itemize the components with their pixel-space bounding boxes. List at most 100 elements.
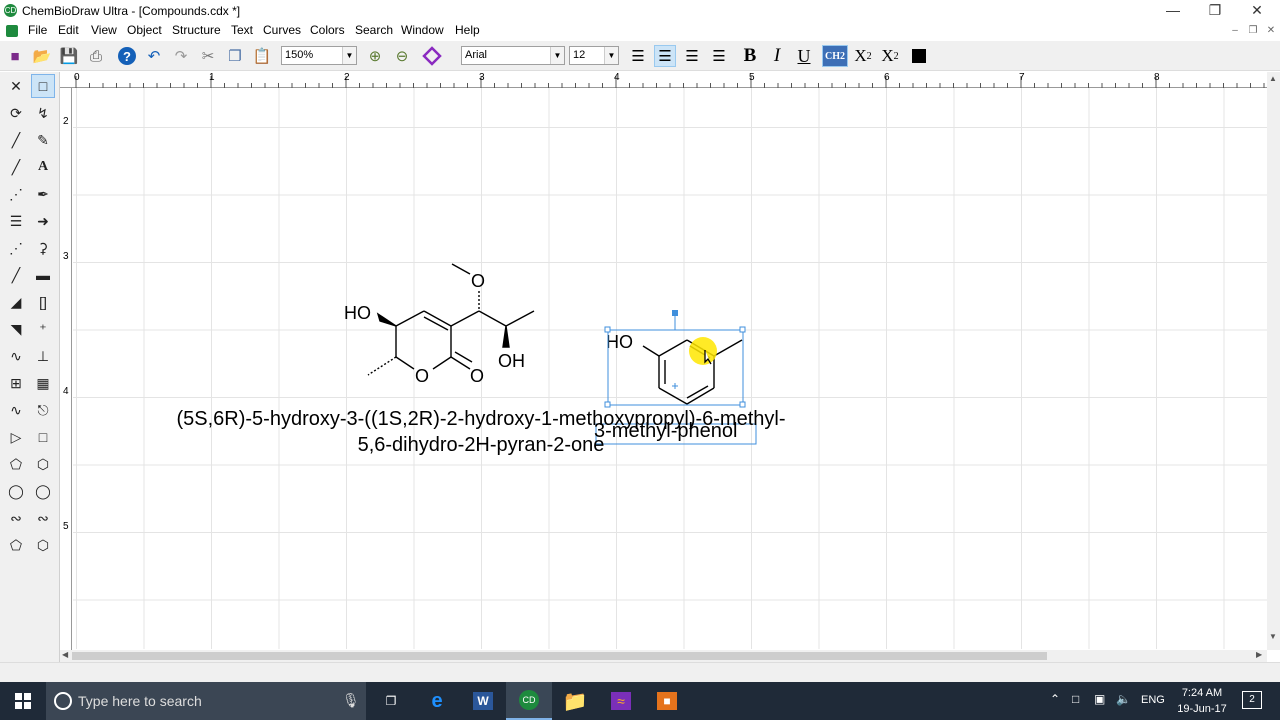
- menu-object[interactable]: Object: [127, 23, 162, 37]
- horizontal-scrollbar[interactable]: ◀ ▶: [60, 650, 1267, 662]
- pen-tool-icon[interactable]: ✒: [31, 182, 55, 206]
- menu-search[interactable]: Search: [355, 23, 393, 37]
- solid-bond-tool-icon[interactable]: ╱: [4, 128, 28, 152]
- file-explorer-icon[interactable]: 📁: [552, 682, 598, 720]
- notifications-icon[interactable]: 2: [1242, 691, 1262, 709]
- bracket-tool-icon[interactable]: []: [31, 290, 55, 314]
- chemical-symbols-tool-icon[interactable]: ⁺: [31, 317, 55, 341]
- microphone-icon[interactable]: 🎙: [342, 692, 360, 709]
- font-size-select[interactable]: 12 ▼: [569, 46, 619, 65]
- hashed-bond-tool-icon[interactable]: ☰: [4, 209, 28, 233]
- scroll-up-icon[interactable]: ▲: [1269, 74, 1277, 83]
- orbital-tool-icon[interactable]: ⚳: [31, 236, 55, 260]
- chemdraw-taskbar-icon[interactable]: CD: [506, 682, 552, 720]
- mdi-close-button[interactable]: ✕: [1264, 24, 1278, 38]
- volume-icon[interactable]: 🔈: [1116, 692, 1131, 706]
- copy-icon[interactable]: ❐: [224, 45, 246, 67]
- print-icon[interactable]: ⎙: [85, 45, 107, 67]
- template-tool-icon[interactable]: ∿: [4, 398, 28, 422]
- wedge-bond-tool-icon[interactable]: ◢: [4, 290, 28, 314]
- chair2-tool-icon[interactable]: ∾: [31, 506, 55, 530]
- superscript-button[interactable]: X2: [879, 45, 901, 67]
- underline-button[interactable]: U: [793, 45, 815, 67]
- menu-curves[interactable]: Curves: [263, 23, 301, 37]
- zoom-out-icon[interactable]: ⊖: [391, 45, 413, 67]
- windows-start-icon[interactable]: [0, 682, 46, 720]
- tray-chevron-up-icon[interactable]: ⌃: [1050, 692, 1060, 706]
- edge-icon[interactable]: e: [414, 682, 460, 720]
- menu-structure[interactable]: Structure: [172, 23, 221, 37]
- font-select[interactable]: Arial ▼: [461, 46, 565, 65]
- marquee-tool-icon[interactable]: □: [31, 74, 55, 98]
- eraser-tool-icon[interactable]: ✎: [31, 128, 55, 152]
- cyclooctane-tool-icon[interactable]: ◯: [31, 479, 55, 503]
- cyclopentane-tool-icon[interactable]: ⬠: [4, 452, 28, 476]
- zoom-in-icon[interactable]: ⊕: [364, 45, 386, 67]
- scroll-down-icon[interactable]: ▼: [1269, 632, 1277, 641]
- clock[interactable]: 7:24 AM 19-Jun-17: [1170, 685, 1234, 717]
- text-tool-icon[interactable]: A: [31, 155, 55, 179]
- align-right-icon[interactable]: ☰: [681, 45, 703, 67]
- save-icon[interactable]: 💾: [58, 45, 80, 67]
- bold-button[interactable]: B: [739, 45, 761, 67]
- open-icon[interactable]: 📂: [31, 45, 53, 67]
- close-button[interactable]: ✕: [1234, 0, 1280, 22]
- menu-help[interactable]: Help: [455, 23, 480, 37]
- query-tool-icon[interactable]: ⊥: [31, 344, 55, 368]
- menu-file[interactable]: File: [28, 23, 47, 37]
- tlc-tool-icon[interactable]: ▦: [31, 371, 55, 395]
- scroll-left-icon[interactable]: ◀: [62, 650, 68, 659]
- paste-icon[interactable]: 📋: [251, 45, 273, 67]
- redo-icon[interactable]: ↷: [170, 45, 192, 67]
- media-app-icon[interactable]: ≈: [598, 682, 644, 720]
- clean-structure-icon[interactable]: [421, 45, 443, 67]
- table-tool-icon[interactable]: ⊞: [4, 371, 28, 395]
- tray-device-icon[interactable]: □: [1072, 692, 1079, 706]
- double-bond-tool-icon[interactable]: ╱: [4, 155, 28, 179]
- presentation-app-icon[interactable]: ■: [644, 682, 690, 720]
- restore-button[interactable]: ❐: [1192, 0, 1238, 22]
- drawing-elements-tool-icon[interactable]: ▬: [31, 263, 55, 287]
- subscript-button[interactable]: X2: [852, 45, 874, 67]
- menu-text[interactable]: Text: [231, 23, 253, 37]
- help-icon[interactable]: ?: [116, 45, 138, 67]
- taskbar-search-box[interactable]: Type here to search 🎙: [46, 682, 366, 720]
- word-icon[interactable]: W: [460, 682, 506, 720]
- wavy-bond-tool-icon[interactable]: ∿: [4, 344, 28, 368]
- scroll-thumb[interactable]: [72, 652, 1047, 660]
- menu-edit[interactable]: Edit: [58, 23, 79, 37]
- chain-tool-icon[interactable]: ↯: [31, 101, 55, 125]
- cycloheptane-tool-icon[interactable]: ◯: [4, 479, 28, 503]
- mdi-minimize-button[interactable]: –: [1228, 24, 1242, 38]
- menu-colors[interactable]: Colors: [310, 23, 345, 37]
- undo-icon[interactable]: ↶: [143, 45, 165, 67]
- align-left-icon[interactable]: ☰: [627, 45, 649, 67]
- justify-icon[interactable]: ☰: [708, 45, 730, 67]
- stamp-tool-icon[interactable]: ⎋: [31, 398, 55, 422]
- bold-bond-tool-icon[interactable]: ╱: [4, 263, 28, 287]
- dashed-bond-tool-icon[interactable]: ⋰: [4, 182, 28, 206]
- menu-window[interactable]: Window: [401, 23, 444, 37]
- color-button[interactable]: [908, 45, 930, 67]
- benzene-tool-icon[interactable]: ⬡: [31, 533, 55, 557]
- arrow-tool-icon[interactable]: ➜: [31, 209, 55, 233]
- network-icon[interactable]: ▣: [1094, 692, 1105, 706]
- chemical-style-button[interactable]: CH2: [822, 45, 848, 67]
- menu-view[interactable]: View: [91, 23, 117, 37]
- minimize-button[interactable]: —: [1150, 0, 1196, 22]
- box-tool-icon[interactable]: □: [31, 425, 55, 449]
- doc-icon[interactable]: [6, 25, 18, 37]
- compound-2-name[interactable]: 3-methyl-phenol: [594, 420, 737, 443]
- drawing-canvas[interactable]: HO O O O OH HO (5S,6R)-5-hydroxy-3-((1S,…: [73, 88, 1267, 649]
- new-icon[interactable]: ■: [4, 45, 26, 67]
- task-view-icon[interactable]: ❐: [368, 682, 414, 720]
- hollow-wedge-tool-icon[interactable]: ◥: [4, 317, 28, 341]
- chair-tool-icon[interactable]: ∾: [4, 506, 28, 530]
- italic-button[interactable]: I: [766, 45, 788, 67]
- cyclopentadiene-tool-icon[interactable]: ⬠: [4, 533, 28, 557]
- lasso-tool-icon[interactable]: ✕: [4, 74, 28, 98]
- hashed-wedge-tool-icon[interactable]: ⋰: [4, 236, 28, 260]
- scroll-right-icon[interactable]: ▶: [1256, 650, 1262, 659]
- vertical-scrollbar[interactable]: ▲ ▼: [1267, 72, 1280, 650]
- language-indicator[interactable]: ENG: [1141, 694, 1165, 706]
